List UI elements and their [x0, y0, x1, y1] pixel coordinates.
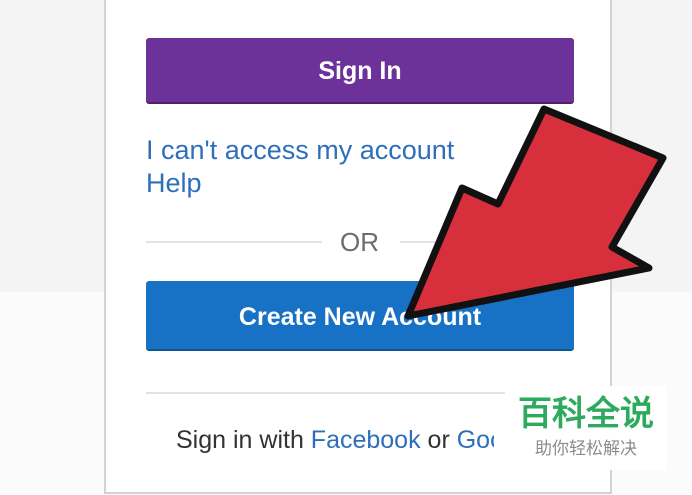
watermark-logo: 百科全说 助你轻松解决	[505, 386, 667, 470]
watermark-title: 百科全说	[518, 394, 654, 434]
watermark-subtitle: 助你轻松解决	[535, 439, 637, 459]
red-arrow-shape	[404, 105, 667, 320]
